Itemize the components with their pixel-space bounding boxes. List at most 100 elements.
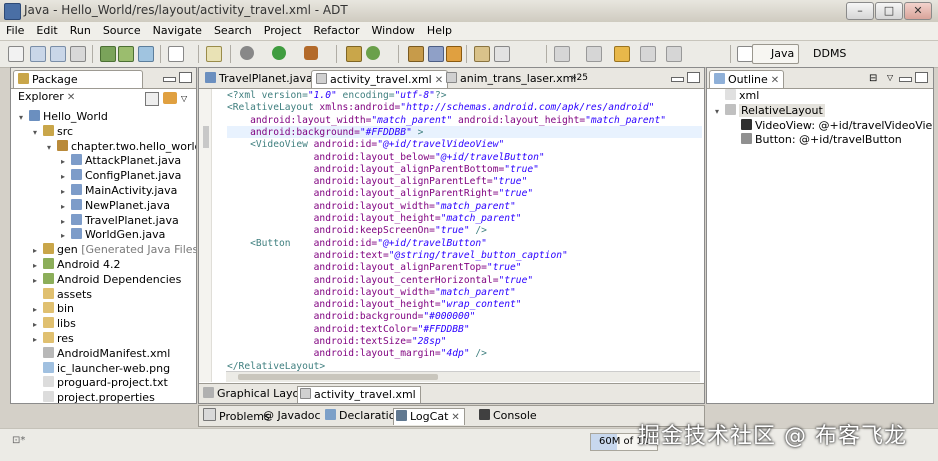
tree-item[interactable]: ▾ Hello_World	[19, 109, 108, 124]
code-line[interactable]: android:textColor="#FFDDBB"	[227, 324, 470, 336]
android-sdk-manager-icon[interactable]	[100, 46, 116, 62]
fast-view-icon[interactable]: ⊡*	[12, 435, 25, 446]
maximize-button[interactable]: □	[875, 2, 903, 20]
code-line[interactable]: <?xml version="1.0" encoding="utf-8"?>	[227, 90, 447, 102]
code-line[interactable]: android:layout_alignParentRight="true"	[227, 188, 534, 200]
code-line[interactable]: android:layout_height="match_parent"	[227, 213, 522, 225]
close-button[interactable]: ✕	[904, 2, 932, 20]
more-tabs-button[interactable]: »25	[567, 70, 592, 87]
code-line[interactable]: android:layout_below="@+id/travelButton"	[227, 152, 545, 164]
code-line[interactable]: android:keepScreenOn="true" />	[227, 225, 487, 237]
tab-travelplanet-java[interactable]: TravelPlanet.java	[201, 70, 317, 87]
code-line[interactable]: <VideoView android:id="@+id/travelVideoV…	[227, 139, 504, 151]
menu-search[interactable]: Search	[208, 22, 258, 37]
close-icon[interactable]: ✕	[771, 75, 779, 86]
minimize-view-icon[interactable]	[163, 77, 176, 82]
menu-help[interactable]: Help	[421, 22, 458, 37]
minimize-button[interactable]: –	[846, 2, 874, 20]
expand-toggle-icon[interactable]: ▸	[61, 199, 71, 214]
debug-icon[interactable]	[240, 46, 254, 60]
tree-item[interactable]: ▸ MainActivity.java	[61, 183, 177, 198]
java-perspective-button[interactable]: Java	[752, 44, 800, 64]
print-icon[interactable]	[70, 46, 86, 62]
outline-item[interactable]: xml	[715, 88, 759, 103]
tree-item[interactable]: ▸ AttackPlanet.java	[61, 153, 181, 168]
run-icon[interactable]	[272, 46, 286, 60]
tab-anim-trans-laser-xml[interactable]: anim_trans_laser.xml	[442, 70, 580, 87]
tree-item[interactable]: ▸ Android Dependencies	[33, 272, 181, 287]
code-line[interactable]: android:layout_alignParentLeft="true"	[227, 176, 528, 188]
open-file-icon[interactable]	[206, 46, 222, 62]
menu-project[interactable]: Project	[258, 22, 308, 37]
tree-item[interactable]: proguard-project.txt	[33, 375, 168, 390]
expand-toggle-icon[interactable]: ▸	[61, 184, 71, 199]
open-perspective-icon[interactable]	[737, 46, 753, 62]
horizontal-scrollbar[interactable]	[226, 371, 700, 382]
new-icon[interactable]	[8, 46, 24, 62]
open-type-icon[interactable]	[408, 46, 424, 62]
code-line[interactable]: android:background="#000000"	[227, 311, 476, 323]
tree-item[interactable]: ▾ src	[33, 124, 73, 139]
maximize-view-icon[interactable]	[687, 72, 700, 83]
forward-arrow-icon[interactable]	[640, 46, 656, 62]
menu-window[interactable]: Window	[366, 22, 421, 37]
folding-marker[interactable]	[203, 126, 209, 148]
code-line[interactable]: android:layout_centerHorizontal="true"	[227, 275, 534, 287]
expand-toggle-icon[interactable]: ▸	[33, 243, 43, 258]
minimize-view-icon[interactable]	[899, 77, 912, 82]
outline-item[interactable]: VideoView: @+id/travelVideoView	[731, 118, 933, 133]
tab-package-explorer[interactable]: Package Explorer ✕	[13, 70, 143, 103]
tab-console[interactable]: Console	[477, 408, 541, 424]
tab-activity-travel-xml[interactable]: activity_travel.xml ✕	[311, 70, 449, 88]
next-annotation-icon[interactable]	[554, 46, 570, 62]
toggle-block-icon[interactable]	[494, 46, 510, 62]
tab-javadoc[interactable]: @ Javadoc	[261, 408, 325, 424]
tree-item[interactable]: ▸ NewPlanet.java	[61, 198, 170, 213]
menu-navigate[interactable]: Navigate	[147, 22, 208, 37]
back-arrow-icon[interactable]	[614, 46, 630, 62]
code-line[interactable]: android:layout_height="wrap_content"	[227, 299, 522, 311]
expand-toggle-icon[interactable]: ▸	[61, 214, 71, 229]
view-menu-icon[interactable]: ▽	[887, 73, 893, 82]
maximize-view-icon[interactable]	[179, 72, 192, 83]
external-tools-icon[interactable]	[304, 46, 318, 60]
tree-item[interactable]: ▸ TravelPlanet.java	[61, 213, 179, 228]
code-line[interactable]: android:textSize="28sp"	[227, 336, 447, 348]
expand-toggle-icon[interactable]: ▸	[33, 332, 43, 347]
maximize-view-icon[interactable]	[915, 72, 928, 83]
tree-item[interactable]: ▾ chapter.two.hello_world	[47, 139, 196, 154]
tab-logcat[interactable]: LogCat ✕	[393, 408, 465, 425]
code-line[interactable]: android:layout_margin="4dp" />	[227, 348, 487, 360]
lint-icon[interactable]	[138, 46, 154, 62]
expand-toggle-icon[interactable]: ▸	[33, 302, 43, 317]
search-icon[interactable]	[428, 46, 444, 62]
expand-toggle-icon[interactable]: ▸	[61, 169, 71, 184]
save-all-icon[interactable]	[50, 46, 66, 62]
menu-refactor[interactable]: Refactor	[307, 22, 365, 37]
tree-item[interactable]: ic_launcher-web.png	[33, 361, 170, 376]
menu-edit[interactable]: Edit	[30, 22, 63, 37]
scrollbar-thumb[interactable]	[238, 374, 438, 380]
outline-expand-icon[interactable]: ⊟	[869, 73, 877, 84]
minimize-view-icon[interactable]	[671, 77, 684, 82]
view-menu-icon[interactable]: ▽	[181, 94, 187, 103]
tree-item[interactable]: assets	[33, 287, 92, 302]
prev-annotation-icon[interactable]	[586, 46, 602, 62]
tree-item[interactable]: AndroidManifest.xml	[33, 346, 170, 361]
code-line[interactable]: android:layout_width="match_parent"	[227, 201, 516, 213]
code-line[interactable]: android:layout_width="match_parent" andr…	[227, 115, 666, 127]
collapse-all-icon[interactable]	[145, 92, 159, 106]
new-java-class-icon[interactable]	[366, 46, 380, 60]
new-java-package-icon[interactable]	[346, 46, 362, 62]
last-edit-icon[interactable]	[666, 46, 682, 62]
menu-source[interactable]: Source	[97, 22, 147, 37]
menu-file[interactable]: File	[0, 22, 30, 37]
expand-toggle-icon[interactable]: ▾	[715, 104, 725, 119]
annotation-icon[interactable]	[474, 46, 490, 62]
tree-item[interactable]: ▸ bin	[33, 301, 74, 316]
outline-item[interactable]: Button: @+id/travelButton	[731, 132, 902, 147]
menu-run[interactable]: Run	[64, 22, 97, 37]
tree-item[interactable]: ▸ res	[33, 331, 74, 346]
expand-toggle-icon[interactable]: ▾	[19, 110, 29, 125]
tree-item[interactable]: project.properties	[33, 390, 155, 403]
